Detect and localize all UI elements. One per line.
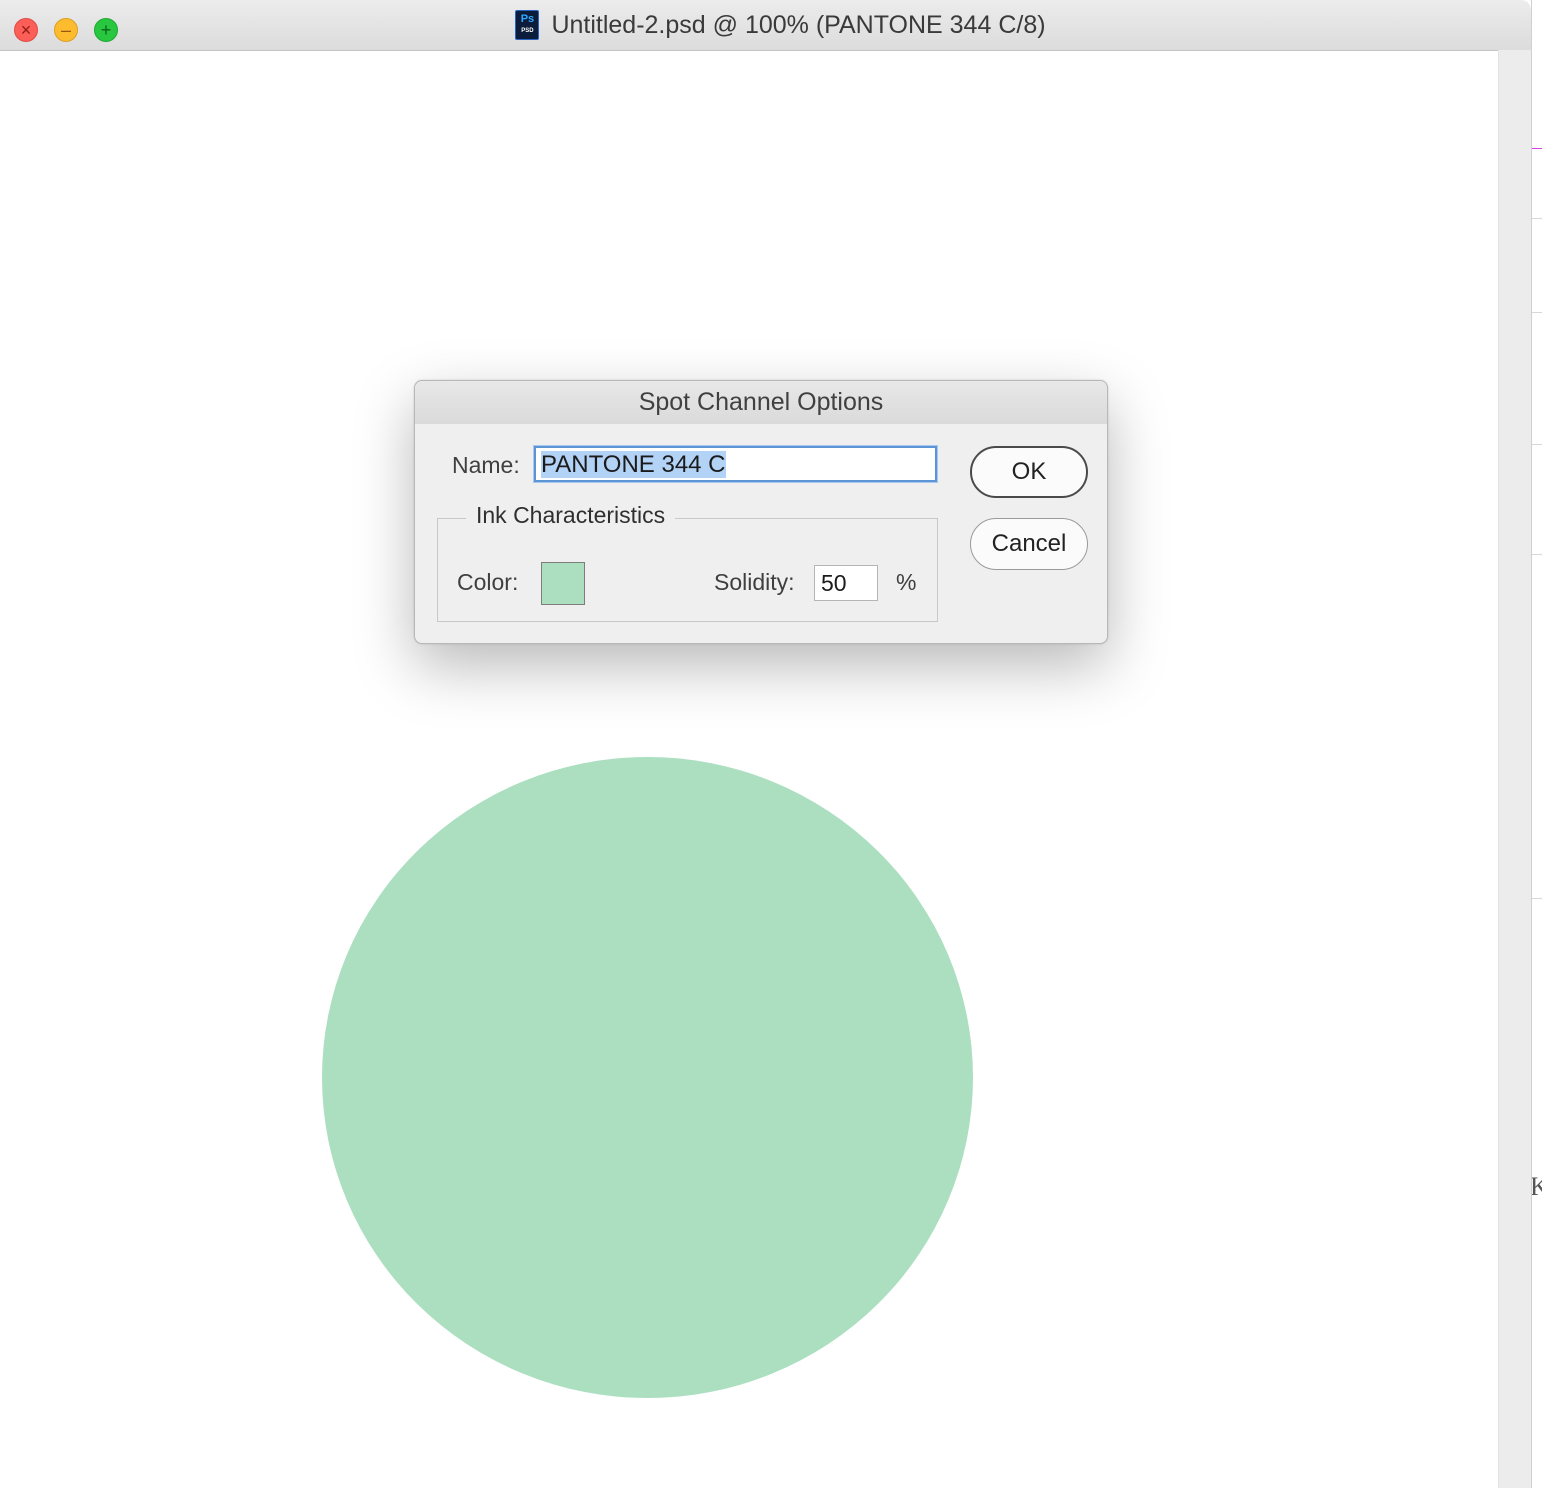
panel-divider — [1532, 554, 1542, 555]
document-window: × – + Ps PSD Untitled-2.psd @ 100% (PANT… — [0, 0, 1532, 1488]
name-label: Name: — [452, 452, 520, 478]
cancel-button[interactable]: Cancel — [970, 518, 1088, 570]
color-label: Color: — [457, 569, 519, 595]
spot-channel-options-dialog: Spot Channel Options Name: PANTONE 344 C… — [414, 380, 1108, 644]
window-title-wrap: Ps PSD Untitled-2.psd @ 100% (PANTONE 34… — [0, 0, 1531, 50]
panel-divider — [1532, 312, 1542, 313]
ok-button[interactable]: OK — [970, 446, 1088, 498]
panel-divider — [1532, 218, 1542, 219]
canvas-circle-shape[interactable] — [322, 757, 973, 1398]
background-panel-edge: K — [1531, 0, 1542, 1488]
percent-sign: % — [896, 569, 917, 595]
panel-divider — [1532, 898, 1542, 899]
ps-icon-subtext: PSD — [521, 28, 534, 34]
dialog-title[interactable]: Spot Channel Options — [415, 381, 1107, 425]
dialog-body: Name: PANTONE 344 C Ink Characteristics … — [415, 424, 1107, 643]
photoshop-document-icon: Ps PSD — [515, 10, 540, 40]
ink-color-swatch[interactable] — [541, 562, 585, 605]
window-title: Untitled-2.psd @ 100% (PANTONE 344 C/8) — [551, 10, 1046, 39]
channel-name-value: PANTONE 344 C — [541, 451, 726, 478]
panel-edge-accent — [1532, 148, 1542, 149]
channel-name-input[interactable]: PANTONE 344 C — [534, 446, 937, 482]
canvas-scroll-strip[interactable] — [1498, 50, 1532, 1488]
solidity-label: Solidity: — [714, 569, 795, 595]
panel-edge-text: K — [1532, 1172, 1542, 1202]
ink-characteristics-group: Ink Characteristics Color: Solidity: 50 … — [437, 502, 938, 622]
ps-icon-text: Ps — [520, 13, 535, 25]
solidity-input[interactable]: 50 — [814, 565, 878, 601]
ink-characteristics-label: Ink Characteristics — [466, 502, 676, 529]
panel-divider — [1532, 444, 1542, 445]
window-titlebar[interactable]: × – + Ps PSD Untitled-2.psd @ 100% (PANT… — [0, 0, 1531, 51]
